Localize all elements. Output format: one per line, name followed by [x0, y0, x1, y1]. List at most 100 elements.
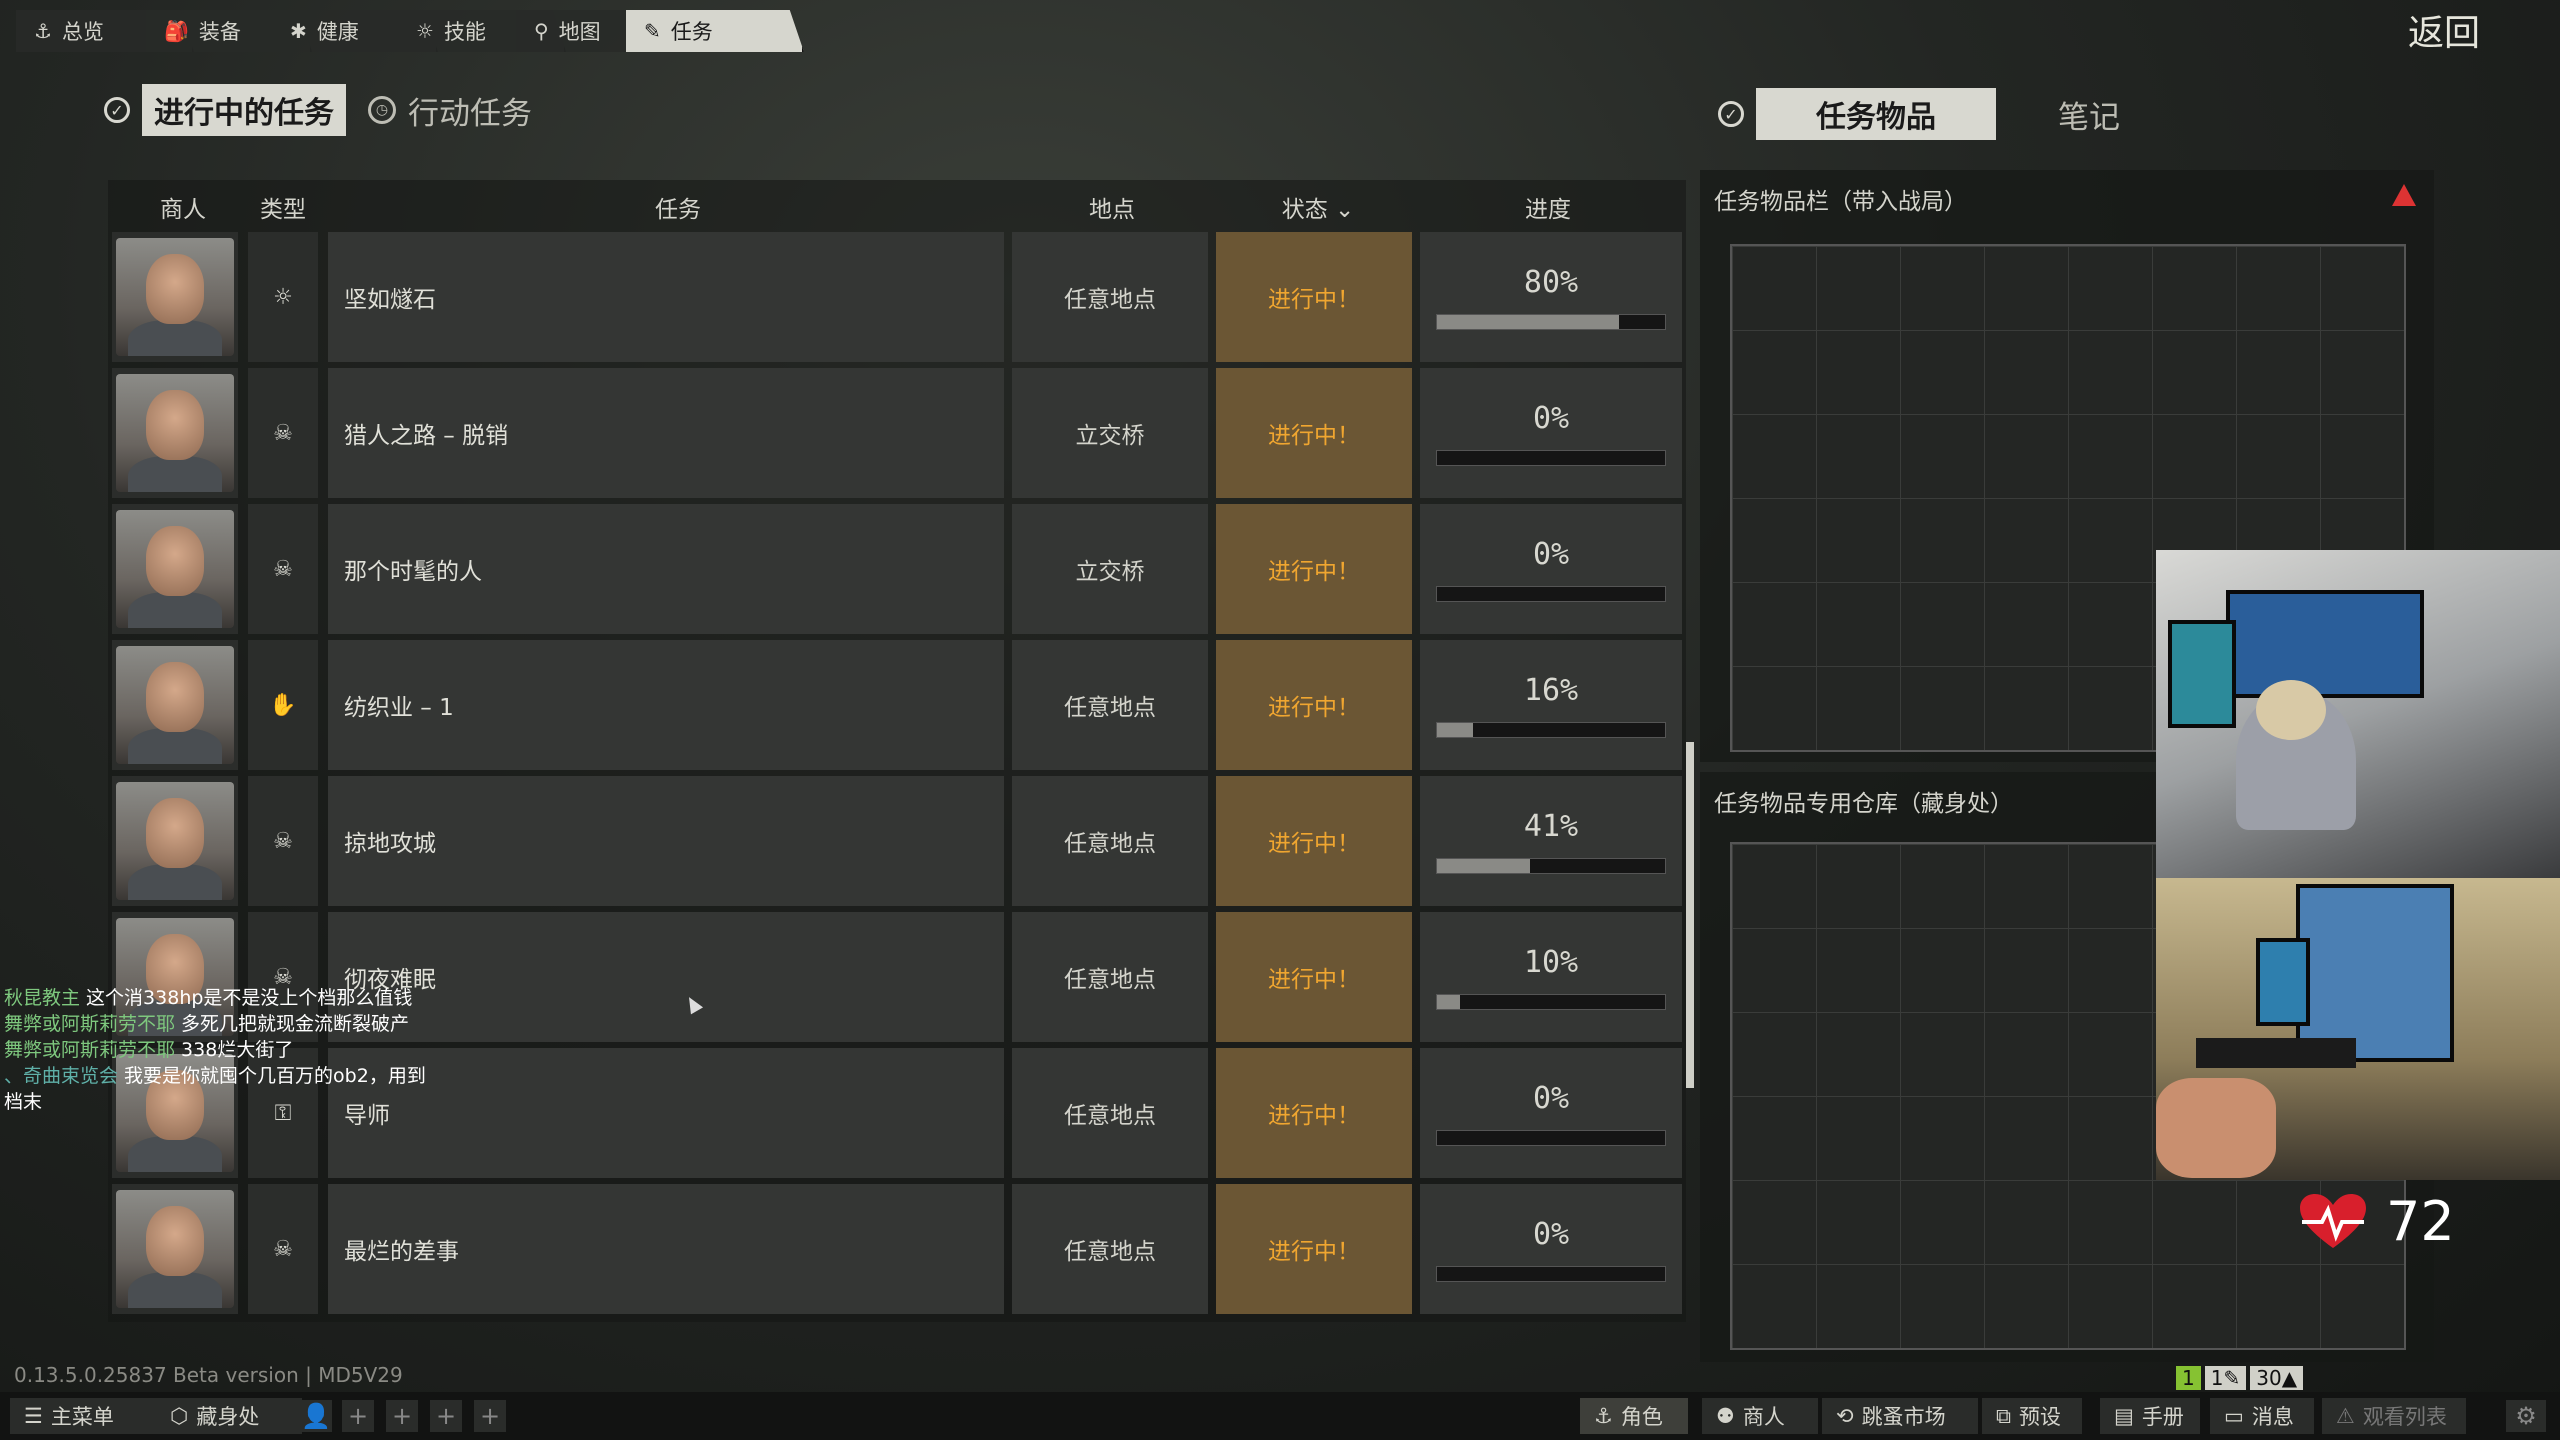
back-button[interactable]: 返回 [2408, 4, 2480, 56]
quest-location: 立交桥 [1012, 504, 1208, 634]
traders-button[interactable]: ⚉ 商人 [1702, 1398, 1818, 1434]
chat-message: 、奇曲束览会 我要是你就囤个几百万的ob2，用到档末 [4, 1063, 444, 1115]
progress-bar [1436, 585, 1666, 602]
handbook-button[interactable]: ▤ 手册 [2100, 1398, 2200, 1434]
trader-avatar [116, 510, 234, 628]
trader-avatar [116, 646, 234, 764]
clip-icon: ✎ [2223, 1366, 2241, 1390]
col-type[interactable]: 类型 [248, 190, 318, 224]
quest-name[interactable]: 最烂的差事 [328, 1184, 1004, 1314]
progress-percent: 0% [1532, 1216, 1570, 1252]
col-trader[interactable]: 商人 [148, 190, 218, 224]
trader-avatar [116, 238, 234, 356]
heart-icon [2300, 1193, 2366, 1248]
quest-status: 进行中！ [1216, 368, 1412, 498]
chat-text: 多死几把就现金流断裂破产 [175, 1013, 410, 1035]
tab-operational-tasks[interactable]: 行动任务 [408, 88, 532, 133]
profile-icon[interactable]: 👤 [300, 1400, 332, 1432]
quest-row[interactable]: ☼ 坚如燧石 任意地点 进行中！ 80% [108, 232, 1686, 362]
trader-avatar [116, 374, 234, 492]
monitor-image [2256, 938, 2310, 1026]
messages-button[interactable]: ▭ 消息 [2210, 1398, 2314, 1434]
quest-status: 进行中！ [1216, 504, 1412, 634]
quest-location: 立交桥 [1012, 368, 1208, 498]
tab-notes[interactable]: 笔记 [2058, 92, 2120, 137]
chat-user: 舞弊或阿斯莉劳不耶 [4, 1039, 176, 1061]
progress-bar [1436, 449, 1666, 466]
col-task[interactable]: 任务 [628, 190, 728, 224]
quest-name[interactable]: 纺织业 – 1 [328, 640, 1004, 770]
progress-fill [1437, 994, 1460, 1009]
quest-progress: 10% [1420, 912, 1682, 1042]
character-button[interactable]: ⚓ 角色 [1580, 1398, 1688, 1434]
quest-name[interactable]: 猎人之路 – 脱销 [328, 368, 1004, 498]
map-pin-icon: ⚲ [534, 19, 549, 43]
progress-percent: 0% [1532, 1080, 1570, 1116]
progress-percent: 0% [1532, 536, 1570, 572]
check-icon: ✓ [1718, 101, 1744, 127]
col-status[interactable]: 状态 ⌄ [1268, 190, 1368, 224]
progress-bar [1436, 857, 1666, 874]
watchlist-label: 观看列表 [2362, 1405, 2447, 1429]
quest-row[interactable]: ✋ 纺织业 – 1 任意地点 进行中！ 16% [108, 640, 1686, 770]
chat-user: 、奇曲束览会 [4, 1065, 119, 1087]
col-location[interactable]: 地点 [1062, 190, 1162, 224]
flea-market-button[interactable]: ⟲ 跳蚤市场 [1822, 1398, 1978, 1434]
progress-bar [1436, 1129, 1666, 1146]
quest-type-icon: ☠ [248, 368, 318, 498]
counter-badge: 30 ▲ [2250, 1366, 2304, 1390]
col-progress[interactable]: 进度 [1498, 190, 1598, 224]
hideout-button[interactable]: ⬡ 藏身处 [156, 1398, 302, 1434]
tab-quest-items[interactable]: 任务物品 [1756, 88, 1996, 140]
quest-name[interactable]: 那个时髦的人 [328, 504, 1004, 634]
progress-bar [1436, 313, 1666, 330]
tab-label: 总览 [61, 20, 104, 44]
quest-row[interactable]: ☠ 掠地攻城 任意地点 进行中！ 41% [108, 776, 1686, 906]
chat-message: 秋昆教主 这个消338hp是不是没上个档那么值钱 [4, 985, 444, 1011]
progress-percent: 41% [1523, 808, 1579, 844]
counters: 1 1 ✎ 30 ▲ [2176, 1366, 2304, 1390]
add-slot-button[interactable]: + [386, 1400, 418, 1432]
quest-type-icon: ☠ [248, 1184, 318, 1314]
add-slot-button[interactable]: + [430, 1400, 462, 1432]
anchor-icon: ⚓ [1594, 1404, 1613, 1428]
presets-icon: ⧉ [1996, 1403, 2011, 1428]
settings-gear-icon[interactable]: ⚙ [2506, 1400, 2546, 1432]
tab-tasks[interactable]: ✎ 任务 [626, 10, 804, 52]
quest-progress: 0% [1420, 368, 1682, 498]
tab-label: 装备 [198, 20, 241, 44]
quest-status: 进行中！ [1216, 776, 1412, 906]
messages-icon: ▭ [2224, 1404, 2244, 1428]
left-subtabs: ✓ 进行中的任务 ◷ 行动任务 [104, 84, 532, 136]
trader-portrait-cell [112, 232, 238, 362]
quest-status: 进行中！ [1216, 912, 1412, 1042]
presets-button[interactable]: ⧉ 预设 [1982, 1398, 2082, 1434]
quest-name[interactable]: 掠地攻城 [328, 776, 1004, 906]
add-slot-button[interactable]: + [342, 1400, 374, 1432]
trader-avatar [116, 1190, 234, 1308]
tab-active-quests[interactable]: 进行中的任务 [142, 84, 346, 136]
add-slot-button[interactable]: + [474, 1400, 506, 1432]
trader-portrait-cell [112, 640, 238, 770]
heart-rate-widget: 72 [2298, 1190, 2455, 1253]
quest-type-icon: ☼ [248, 232, 318, 362]
quest-row[interactable]: ☠ 猎人之路 – 脱销 立交桥 进行中！ 0% [108, 368, 1686, 498]
trader-portrait-cell [112, 368, 238, 498]
check-icon: ✓ [104, 97, 130, 123]
quest-progress: 0% [1420, 1184, 1682, 1314]
quest-row[interactable]: ☠ 那个时髦的人 立交桥 进行中！ 0% [108, 504, 1686, 634]
handbook-label: 手册 [2141, 1405, 2184, 1429]
quest-type-icon: ✋ [248, 640, 318, 770]
quest-name[interactable]: 坚如燧石 [328, 232, 1004, 362]
monitor-image [2296, 884, 2454, 1062]
presets-label: 预设 [2019, 1405, 2061, 1429]
quest-location: 任意地点 [1012, 912, 1208, 1042]
edit-icon: ✎ [644, 19, 661, 43]
hand-image [2156, 1078, 2276, 1178]
main-menu-button[interactable]: ☰ 主菜单 [10, 1398, 156, 1434]
quest-row[interactable]: ☠ 最烂的差事 任意地点 进行中！ 0% [108, 1184, 1686, 1314]
watchlist-button[interactable]: ⚠ 观看列表 [2322, 1398, 2466, 1434]
hideout-icon: ⬡ [170, 1404, 189, 1428]
progress-bar [1436, 993, 1666, 1010]
table-scrollbar[interactable] [1686, 742, 1694, 1088]
